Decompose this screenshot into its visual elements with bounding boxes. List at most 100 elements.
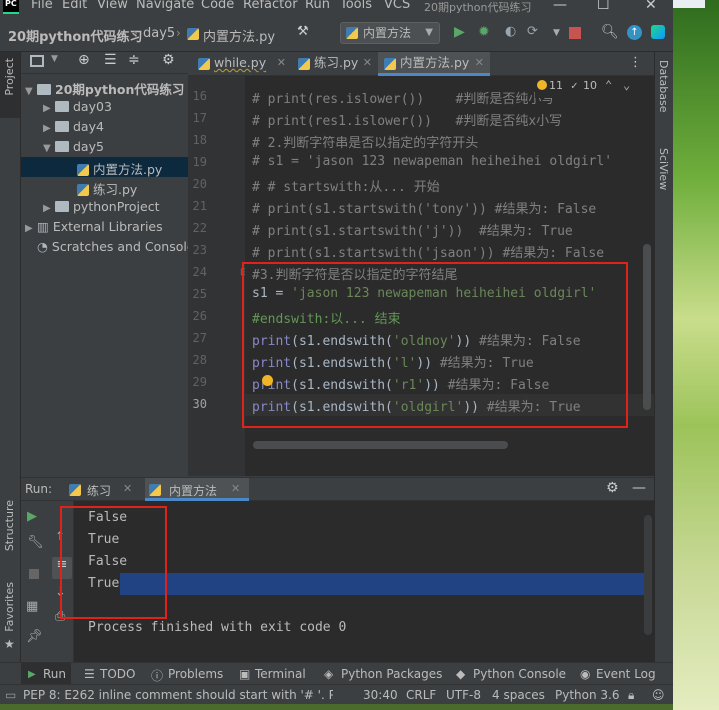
tree-item-label: 内置方法.py: [93, 162, 163, 177]
menu-refactor[interactable]: Refactor: [243, 0, 298, 12]
caret-position[interactable]: 30:40: [363, 688, 398, 702]
breadcrumb-file[interactable]: 内置方法.py: [203, 26, 275, 45]
tab-list-icon[interactable]: ⋮: [629, 55, 642, 70]
previous-highlight-icon[interactable]: ⌃: [605, 78, 612, 92]
todo-tool-button[interactable]: TODO: [100, 667, 135, 681]
collapsed-arrow-icon: ▶: [43, 203, 51, 214]
tree-item-scratches[interactable]: ◔ Scratches and Consoles: [37, 239, 188, 254]
python-interpreter[interactable]: Python 3.6: [555, 688, 620, 702]
line-number: 21: [192, 199, 207, 213]
tree-item-label: day03: [73, 99, 112, 114]
desktop-bottom-edge: [0, 704, 673, 710]
close-tab-icon[interactable]: ✕: [363, 52, 372, 74]
close-tab-icon[interactable]: ✕: [475, 52, 484, 74]
jetbrains-toolbox-icon[interactable]: [651, 25, 665, 39]
pin-icon[interactable]: 📌︎: [26, 629, 43, 644]
python-console-tool-button[interactable]: Python Console: [473, 667, 566, 681]
gear-icon[interactable]: ⚙: [606, 480, 619, 496]
database-tool-button[interactable]: Database: [657, 60, 670, 113]
menu-code[interactable]: Code: [201, 0, 234, 12]
menu-file[interactable]: File: [31, 0, 53, 12]
menu-tools[interactable]: Tools: [340, 0, 372, 12]
layout-icon[interactable]: ▦: [26, 599, 38, 614]
coverage-icon[interactable]: ◐: [505, 24, 516, 39]
tree-item-project-root[interactable]: ▼ 20期python代码练习: [25, 79, 184, 98]
breadcrumb-separator-icon: ›: [133, 26, 138, 40]
event-log-tool-button[interactable]: Event Log: [596, 667, 656, 681]
menu-run[interactable]: Run: [305, 0, 330, 12]
folder-icon: [55, 201, 69, 212]
run-tab-practice[interactable]: 练习 ✕: [65, 478, 141, 501]
tab-practice[interactable]: 练习.py ✕: [292, 52, 378, 76]
python-console-icon: ◆: [456, 667, 466, 681]
next-highlight-icon[interactable]: ⌄: [623, 78, 630, 92]
locate-file-icon[interactable]: ⊕: [78, 52, 90, 68]
inspection-widget[interactable]: 11 ✓ 10 ⌃ ⌄: [535, 76, 655, 98]
debug-icon[interactable]: ✹: [478, 24, 490, 40]
hide-panel-icon[interactable]: —: [632, 480, 646, 496]
editor-horizontal-scrollbar[interactable]: [253, 441, 508, 449]
menu-edit[interactable]: Edit: [62, 0, 87, 12]
console-scrollbar[interactable]: [644, 515, 652, 635]
rerun-icon[interactable]: ▶: [27, 509, 37, 524]
project-view-icon[interactable]: [30, 55, 44, 67]
editor-vertical-scrollbar[interactable]: [643, 244, 651, 410]
gear-icon[interactable]: ⚙: [162, 52, 175, 68]
collapse-all-icon[interactable]: ☰: [104, 52, 117, 68]
search-everywhere-icon[interactable]: 🔍︎: [601, 24, 619, 40]
tree-item-pythonproject[interactable]: ▶ pythonProject: [43, 199, 160, 214]
expand-all-icon[interactable]: ≑: [128, 52, 140, 68]
close-tab-icon[interactable]: ✕: [231, 482, 240, 495]
menu-view[interactable]: View: [97, 0, 128, 12]
problems-tool-button[interactable]: Problems: [168, 667, 223, 681]
menu-vcs[interactable]: VCS: [384, 0, 410, 12]
run-tab-builtin-methods[interactable]: 内置方法 ✕: [145, 478, 249, 501]
lock-icon[interactable]: 🔒︎: [628, 688, 634, 703]
tree-item-day03[interactable]: ▶ day03: [43, 99, 112, 114]
update-icon[interactable]: ↑: [627, 25, 642, 40]
tree-item-day4[interactable]: ▶ day4: [43, 119, 104, 134]
tab-while[interactable]: while.py ✕: [192, 52, 292, 76]
stop-icon[interactable]: [569, 27, 581, 39]
line-separator[interactable]: CRLF: [406, 688, 436, 702]
profile-icon[interactable]: ⟳: [527, 24, 538, 39]
python-file-icon: [77, 184, 89, 196]
chevron-down-icon[interactable]: ▼: [51, 54, 58, 64]
close-icon[interactable]: ✕: [645, 0, 657, 13]
line-number: 16: [192, 89, 207, 103]
tree-item-practice-file[interactable]: 练习.py: [77, 179, 137, 198]
status-layout-icon[interactable]: ▭: [5, 688, 16, 702]
favorites-tool-button[interactable]: Favorites: [3, 582, 16, 632]
maximize-icon[interactable]: ☐: [597, 0, 610, 13]
close-tab-icon[interactable]: ✕: [277, 52, 286, 74]
tree-item-builtin-methods-file[interactable]: 内置方法.py: [77, 159, 162, 178]
sciview-tool-button[interactable]: SciView: [657, 148, 670, 190]
minimize-icon[interactable]: —: [553, 0, 567, 13]
indent-setting[interactable]: 4 spaces: [492, 688, 545, 702]
menu-navigate[interactable]: Navigate: [136, 0, 194, 12]
wrench-icon[interactable]: 🔧︎: [27, 535, 44, 550]
tab-builtin-methods[interactable]: 内置方法.py ✕: [378, 52, 490, 76]
run-icon[interactable]: ▶: [454, 24, 465, 40]
line-number: 28: [192, 353, 207, 367]
tree-item-external-libraries[interactable]: ▶ ▥ External Libraries: [25, 219, 163, 234]
more-run-chevron-icon[interactable]: ▼: [553, 28, 560, 38]
tree-item-day5[interactable]: ▼ day5: [43, 139, 104, 154]
breadcrumb-project[interactable]: 20期python代码练习: [8, 26, 143, 45]
project-panel: ▼ ⊕ ☰ ≑ ⚙ ▼ 20期python代码练习 ▶ day03 ▶ day4 ▼ d…: [21, 52, 188, 477]
python-packages-tool-button[interactable]: Python Packages: [341, 667, 442, 681]
project-tool-button[interactable]: Project: [3, 58, 16, 96]
close-tab-icon[interactable]: ✕: [123, 482, 132, 495]
add-configuration-icon[interactable]: ⚒: [297, 24, 309, 39]
inspector-icon[interactable]: ☺: [652, 688, 665, 702]
status-message[interactable]: PEP 8: E262 inline comment should start …: [23, 688, 333, 702]
terminal-tool-button[interactable]: Terminal: [255, 667, 306, 681]
stop-icon[interactable]: [29, 569, 39, 579]
run-tool-button[interactable]: Run: [43, 667, 66, 681]
run-configuration-dropdown[interactable]: 内置方法 ▼: [340, 22, 440, 44]
editor-gutter: 16 17 18 19 20 21 22 23 24 25 26 27 28 2…: [188, 76, 248, 476]
python-config-icon: [346, 27, 358, 39]
breadcrumb-folder[interactable]: day5: [143, 26, 175, 41]
structure-tool-button[interactable]: Structure: [3, 500, 16, 551]
file-encoding[interactable]: UTF-8: [446, 688, 481, 702]
